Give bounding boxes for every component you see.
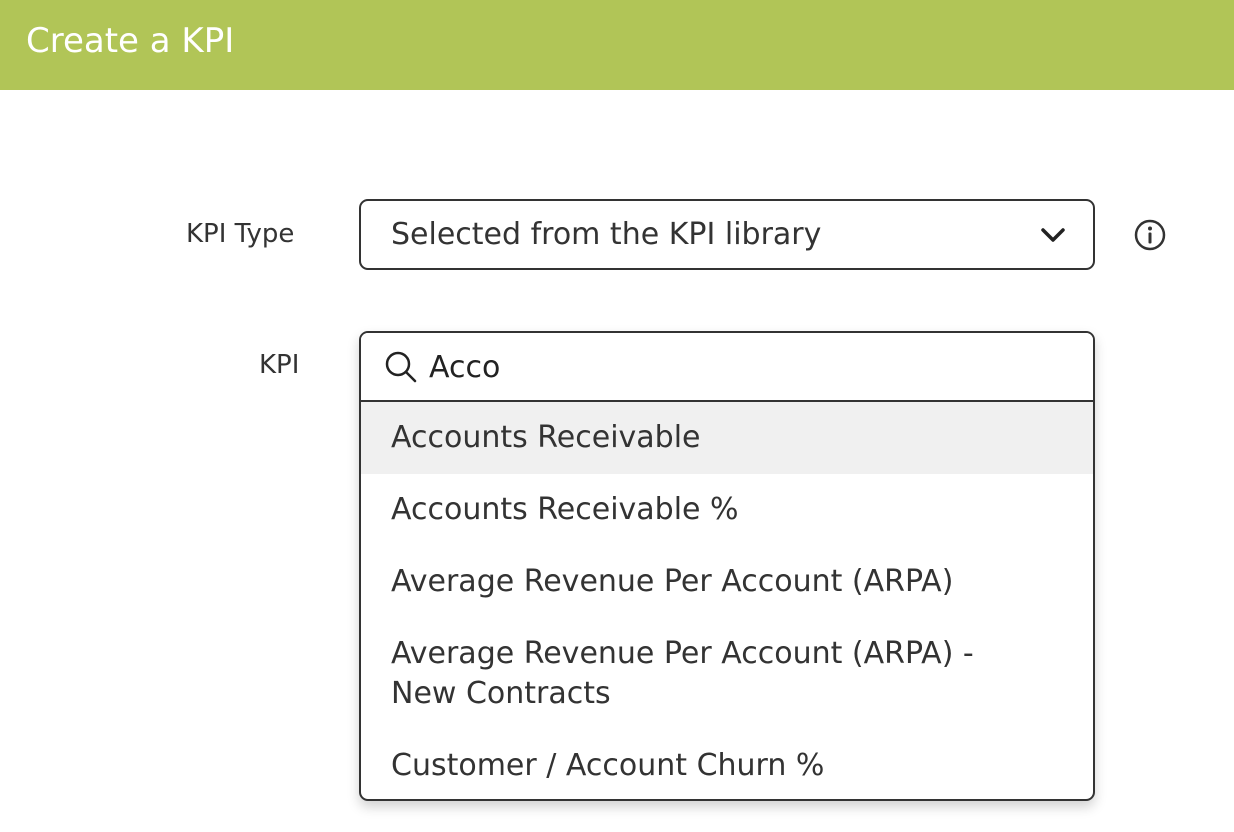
search-icon bbox=[383, 349, 419, 385]
kpi-option[interactable]: Customer / Account Churn % bbox=[361, 730, 1093, 799]
kpi-search-row bbox=[361, 333, 1093, 402]
page-header: Create a KPI bbox=[0, 0, 1234, 90]
kpi-option[interactable]: Average Revenue Per Account (ARPA) bbox=[361, 546, 1093, 618]
kpi-type-selected-value: Selected from the KPI library bbox=[391, 217, 822, 252]
kpi-label: KPI bbox=[259, 350, 300, 380]
chevron-down-icon bbox=[1039, 223, 1067, 247]
kpi-option[interactable]: Average Revenue Per Account (ARPA) - New… bbox=[361, 618, 1093, 730]
page-title: Create a KPI bbox=[26, 21, 235, 61]
kpi-option[interactable]: Accounts Receivable bbox=[361, 402, 1093, 474]
kpi-type-select[interactable]: Selected from the KPI library bbox=[359, 199, 1095, 270]
kpi-option[interactable]: Accounts Receivable % bbox=[361, 474, 1093, 546]
kpi-type-label: KPI Type bbox=[186, 219, 295, 249]
kpi-options-list: Accounts Receivable Accounts Receivable … bbox=[361, 402, 1093, 799]
kpi-combobox: Accounts Receivable Accounts Receivable … bbox=[359, 331, 1095, 801]
info-icon[interactable] bbox=[1133, 218, 1167, 252]
kpi-search-input[interactable] bbox=[429, 345, 1049, 389]
